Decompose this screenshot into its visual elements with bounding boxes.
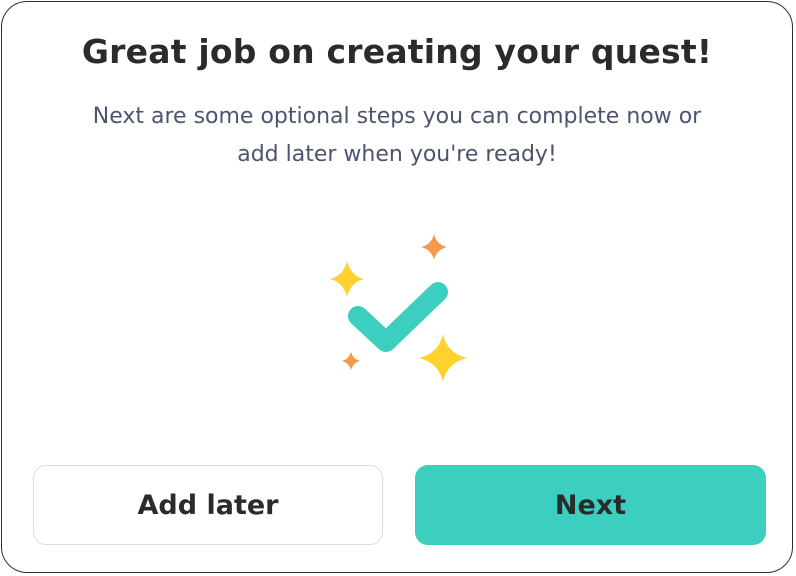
subtitle-line-1: Next are some optional steps you can com…: [92, 104, 702, 129]
subtitle-line-2: add later when you're ready!: [237, 142, 557, 167]
quest-created-dialog: Great job on creating your quest! Next a…: [1, 1, 793, 573]
sparkle-icon: [342, 352, 360, 370]
checkmark-icon: [348, 282, 448, 352]
dialog-title: Great job on creating your quest!: [81, 32, 713, 71]
sparkle-checkmark-icon: [322, 230, 474, 390]
dialog-subtitle: Next are some optional steps you can com…: [2, 98, 792, 174]
sparkle-icon: [421, 234, 447, 260]
add-later-button[interactable]: Add later: [33, 465, 383, 545]
sparkle-icon: [419, 334, 467, 382]
next-button[interactable]: Next: [415, 465, 766, 545]
sparkle-icon: [330, 261, 364, 297]
